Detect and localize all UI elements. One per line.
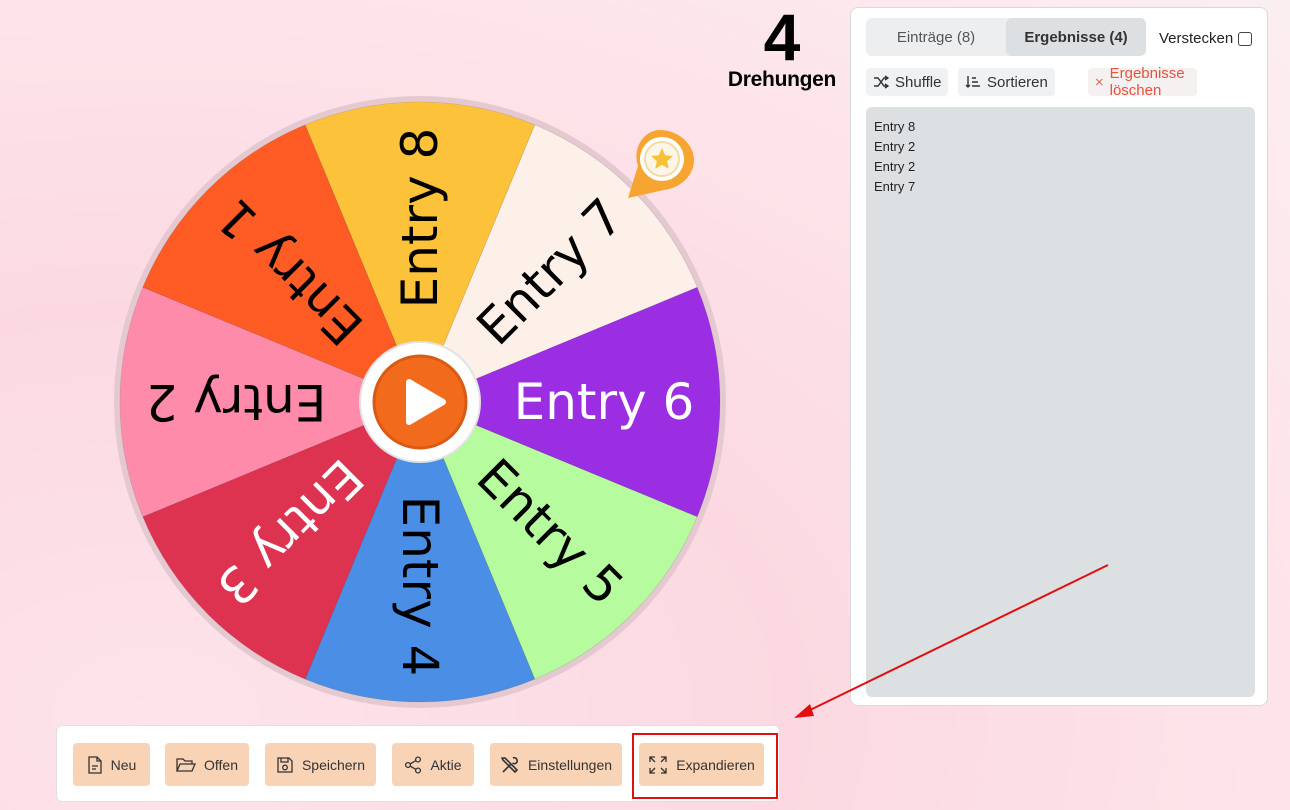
hide-checkbox[interactable] [1238,31,1253,46]
new-button[interactable]: Neu [73,743,150,786]
new-label: Neu [110,756,137,773]
shuffle-button[interactable]: Shuffle [866,68,949,96]
wheel-segment-label: Entry 8 [391,128,449,309]
clear-results-button[interactable]: Ergebnisse löschen [1088,65,1198,99]
sort-label: Sortieren [987,73,1048,91]
save-icon [277,756,293,773]
shuffle-icon [874,75,889,89]
tab-results[interactable]: Ergebnisse (4) [1006,18,1146,56]
folder-open-icon [176,757,196,772]
settings-button[interactable]: Einstellungen [490,743,622,786]
tools-icon [501,756,518,773]
file-icon [88,755,102,774]
wheel-segment-label: Entry 2 [146,373,327,431]
clear-results-label: Ergebnisse löschen [1109,65,1185,99]
spin-counter: 4 Drehungen [724,2,840,92]
share-label: Aktie [430,756,462,773]
results-panel: Einträge (8) Ergebnisse (4) Verstecken S… [850,7,1268,706]
spin-count: 4 [763,0,801,74]
wheel-pointer [628,130,694,198]
spin-button[interactable] [359,341,481,463]
wheel-segment-label: Entry 4 [391,496,449,677]
shuffle-label: Shuffle [895,73,942,91]
list-item: Entry 2 [874,159,916,174]
annotation-highlight-box [632,733,778,799]
hide-toggle[interactable]: Verstecken [1159,30,1253,47]
save-label: Speichern [301,756,366,773]
hide-label: Verstecken [1159,30,1234,47]
list-item: Entry 7 [874,179,916,194]
spin-count-label: Drehungen [727,68,837,91]
share-icon [405,755,422,774]
open-label: Offen [204,756,238,773]
tab-entries[interactable]: Einträge (8) [866,18,1006,56]
wheel-segment-label: Entry 6 [514,373,695,431]
settings-label: Einstellungen [527,756,613,773]
list-item: Entry 2 [874,139,916,154]
sort-icon [965,76,980,88]
close-icon [1095,78,1103,86]
panel-tabs: Einträge (8) Ergebnisse (4) [866,18,1146,56]
results-list[interactable]: Entry 8 Entry 2 Entry 2 Entry 7 [866,107,1255,697]
list-item: Entry 8 [874,119,916,134]
open-button[interactable]: Offen [165,743,249,786]
share-button[interactable]: Aktie [392,743,474,786]
save-button[interactable]: Speichern [265,743,376,786]
sort-button[interactable]: Sortieren [958,68,1055,96]
